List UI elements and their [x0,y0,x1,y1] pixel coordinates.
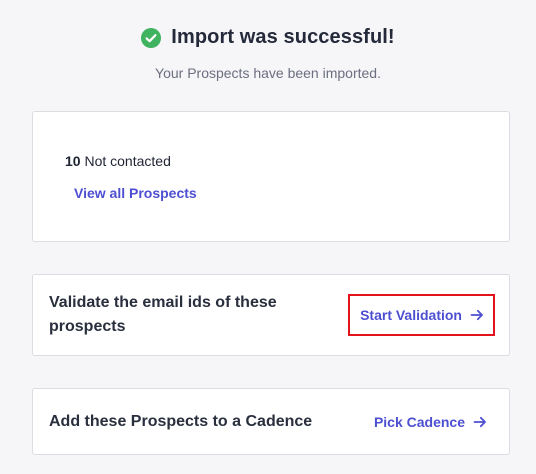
validate-emails-card: Validate the email ids of these prospect… [32,274,510,356]
title-row: Import was successful! [141,26,395,49]
add-to-cadence-text: Add these Prospects to a Cadence [49,412,313,430]
pick-cadence-button[interactable]: Pick Cadence [374,414,487,430]
not-contacted-count: 10 [65,153,81,169]
import-header: Import was successful! Your Prospects ha… [0,26,536,81]
add-to-cadence-card: Add these Prospects to a Cadence Pick Ca… [32,388,510,455]
pick-cadence-label: Pick Cadence [373,413,465,430]
not-contacted-label: Not contacted [84,153,171,169]
page-title: Import was successful! [171,26,395,48]
start-validation-label: Start Validation [360,307,462,323]
check-circle-icon [141,27,162,48]
page-subtitle: Your Prospects have been imported. [155,64,381,81]
view-all-prospects-link[interactable]: View all Prospects [74,185,197,201]
validate-emails-text: Validate the email ids of these prospect… [49,294,277,335]
arrow-right-icon [470,309,483,321]
arrow-right-icon [473,416,486,427]
not-contacted-stat: 10 Not contacted [65,153,171,169]
prospects-summary-card: 10 Not contacted View all Prospects [32,111,510,242]
start-validation-button[interactable]: Start Validation [348,294,495,336]
import-success-page: Import was successful! Your Prospects ha… [0,0,536,474]
